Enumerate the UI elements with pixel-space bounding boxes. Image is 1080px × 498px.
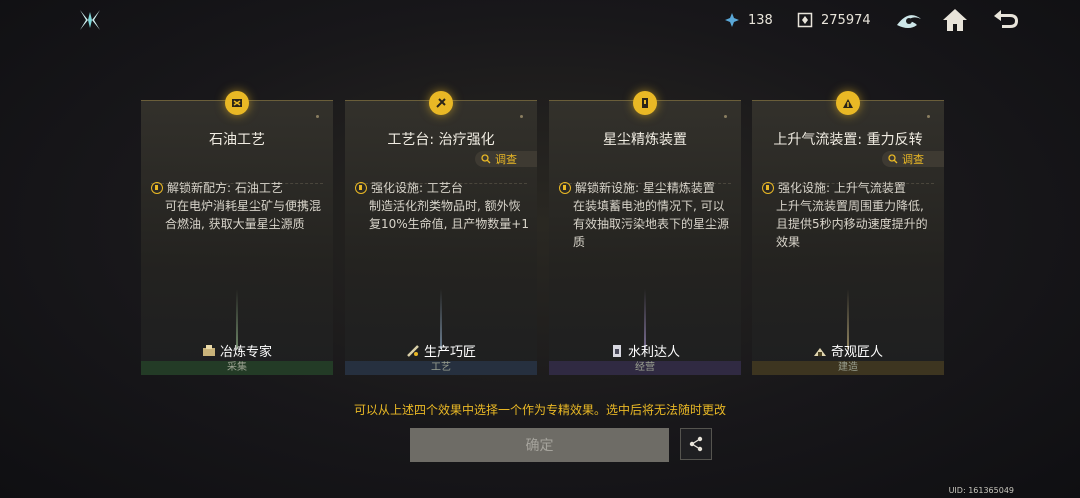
workbench-emblem-icon [429,91,453,115]
home-button[interactable] [941,7,969,33]
card-title: 石油工艺 [209,132,265,148]
map-icon [897,15,921,28]
desc-head: 解锁新配方: 石油工艺 [167,181,283,195]
architect-icon [813,347,826,356]
desc-head: 解锁新设施: 星尘精炼装置 [575,181,715,195]
card-description: 强化设施: 工艺台 制造活化剂类物品时, 额外恢复10%生命值, 且产物数量+1 [355,179,531,233]
card-stardust-refiner[interactable]: 星尘精炼装置 解锁新设施: 星尘精炼装置 在装填蓄电池的情况下, 可以有效抽取污… [549,91,741,375]
card-title: 上升气流装置: 重力反转 [773,132,923,148]
corner-dot [724,115,727,118]
star-dust-value: 138 [748,12,773,28]
currency-icon [797,12,813,28]
corner-dot [316,115,319,118]
confirm-button[interactable]: 确定 [410,428,669,462]
card-workbench-healing[interactable]: 工艺台: 治疗强化 调查 强化设施: 工艺台 制造活化剂类物品时, 额外恢复10… [345,91,537,375]
info-icon [355,182,367,194]
smelting-icon [202,344,215,356]
corner-dot [520,115,523,118]
light-beam [644,289,646,349]
inspect-label: 调查 [902,153,924,166]
category-label: 建造 [752,361,944,375]
search-icon [481,154,491,164]
skill-name: 冶炼专家 [219,345,272,360]
light-beam [440,289,442,349]
card-petroleum-craft[interactable]: 石油工艺 解锁新配方: 石油工艺 可在电炉消耗星尘矿与便携混合燃油, 获取大量星… [141,91,333,375]
star-dust-counter: 138 [724,12,773,28]
desc-body: 在装填蓄电池的情况下, 可以有效抽取污染地表下的星尘源质 [573,199,730,249]
corner-dot [927,115,930,118]
skill-title: 水利达人 [549,341,741,360]
info-icon [762,182,774,194]
currency-value: 275974 [821,12,871,28]
inspect-label: 调查 [495,153,517,166]
card-title: 星尘精炼装置 [603,132,687,148]
card-description: 解锁新配方: 石油工艺 可在电炉消耗星尘矿与便携混合燃油, 获取大量星尘源质 [151,179,327,233]
specialization-cards: 石油工艺 解锁新配方: 石油工艺 可在电炉消耗星尘矿与便携混合燃油, 获取大量星… [141,91,944,375]
desc-body: 制造活化剂类物品时, 额外恢复10%生命值, 且产物数量+1 [369,199,529,231]
category-label: 工艺 [345,361,537,375]
crafting-icon [407,344,419,357]
desc-body: 可在电炉消耗星尘矿与便携混合燃油, 获取大量星尘源质 [165,199,322,231]
water-tank-icon [612,344,621,357]
updraft-emblem-icon [836,91,860,115]
light-beam [847,289,849,349]
selection-hint: 可以从上述四个效果中选择一个作为专精效果。选中后将无法随时更改 [353,403,726,417]
skill-name: 水利达人 [627,345,680,360]
skill-name: 奇观匠人 [830,345,883,360]
inspect-button[interactable]: 调查 [475,151,537,167]
map-button[interactable] [895,7,923,33]
top-bar: 138 275974 [0,0,1080,40]
card-updraft-gravity[interactable]: 上升气流装置: 重力反转 调查 强化设施: 上升气流装置 上升气流装置周围重力降… [752,91,944,375]
star-dust-icon [725,13,739,27]
currency-counter: 275974 [797,12,871,28]
info-icon [559,182,571,194]
desc-head: 强化设施: 工艺台 [371,181,463,195]
desc-head: 强化设施: 上升气流装置 [778,181,906,195]
refiner-emblem-icon [633,91,657,115]
skill-name: 生产巧匠 [423,345,476,360]
skill-title: 冶炼专家 [141,341,333,360]
home-icon [943,9,967,31]
logo-icon[interactable] [78,8,102,32]
card-description: 解锁新设施: 星尘精炼装置 在装填蓄电池的情况下, 可以有效抽取污染地表下的星尘… [559,179,735,251]
light-beam [236,289,238,349]
uid-label: UID: 161365049 [948,486,1014,495]
skill-title: 生产巧匠 [345,341,537,360]
card-description: 强化设施: 上升气流装置 上升气流装置周围重力降低, 且提供5秒内移动速度提升的… [762,179,938,251]
info-icon [151,182,163,194]
desc-body: 上升气流装置周围重力降低, 且提供5秒内移动速度提升的效果 [776,199,928,249]
share-button[interactable] [680,428,712,460]
category-label: 采集 [141,361,333,375]
category-label: 经营 [549,361,741,375]
card-title: 工艺台: 治疗强化 [387,132,495,148]
search-icon [888,154,898,164]
petroleum-emblem-icon [225,91,249,115]
back-button[interactable] [992,7,1020,33]
inspect-button[interactable]: 调查 [882,151,944,167]
back-icon [994,10,1018,28]
skill-title: 奇观匠人 [752,341,944,360]
share-icon [689,436,703,452]
